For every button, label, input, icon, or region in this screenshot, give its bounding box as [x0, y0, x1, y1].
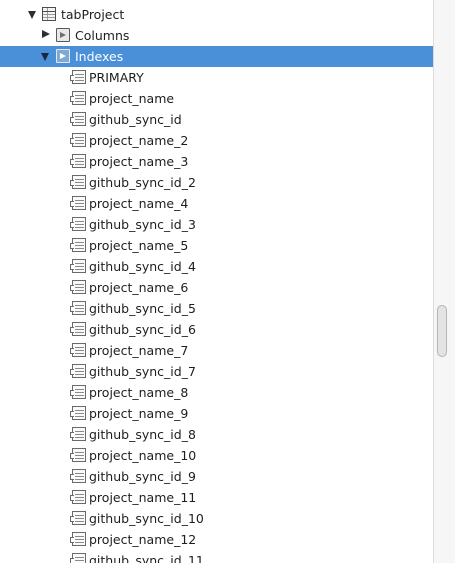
- tree-label: tabProject: [61, 7, 125, 22]
- tree-row-index[interactable]: github_sync_id: [0, 109, 433, 130]
- tree-row-index[interactable]: github_sync_id_9: [0, 466, 433, 487]
- tree-row-index[interactable]: project_name_9: [0, 403, 433, 424]
- tree-row-index[interactable]: project_name_4: [0, 193, 433, 214]
- tree-row-index[interactable]: project_name_11: [0, 487, 433, 508]
- index-label: github_sync_id_6: [89, 322, 196, 337]
- index-label: github_sync_id_7: [89, 364, 196, 379]
- index-icon: [70, 175, 86, 189]
- index-label: project_name: [89, 91, 175, 106]
- index-label: project_name_2: [89, 133, 189, 148]
- index-label: github_sync_id_2: [89, 175, 196, 190]
- index-label: project_name_7: [89, 343, 189, 358]
- scrollbar-thumb[interactable]: [437, 305, 447, 357]
- index-label: project_name_10: [89, 448, 197, 463]
- table-icon: [42, 7, 56, 21]
- tree-row-index[interactable]: PRIMARY: [0, 67, 433, 88]
- tree-row-index[interactable]: github_sync_id_8: [0, 424, 433, 445]
- tree-label: Columns: [75, 28, 130, 43]
- tree-row-index[interactable]: project_name_8: [0, 382, 433, 403]
- tree-row-index[interactable]: github_sync_id_2: [0, 172, 433, 193]
- folder-icon: [56, 49, 70, 63]
- tree-row-index[interactable]: github_sync_id_3: [0, 214, 433, 235]
- tree-row-index[interactable]: project_name_12: [0, 529, 433, 550]
- index-label: project_name_3: [89, 154, 189, 169]
- index-icon: [70, 70, 86, 84]
- index-label: PRIMARY: [89, 70, 144, 85]
- index-label: github_sync_id_4: [89, 259, 196, 274]
- index-icon: [70, 154, 86, 168]
- schema-tree[interactable]: tabProject Columns Indexes PRIMARY projec…: [0, 0, 433, 563]
- index-icon: [70, 469, 86, 483]
- tree-row-index[interactable]: project_name_2: [0, 130, 433, 151]
- tree-label: Indexes: [75, 49, 124, 64]
- index-icon: [70, 427, 86, 441]
- tree-row-index[interactable]: project_name_6: [0, 277, 433, 298]
- tree-row-index[interactable]: github_sync_id_10: [0, 508, 433, 529]
- index-label: project_name_11: [89, 490, 197, 505]
- index-label: github_sync_id_9: [89, 469, 196, 484]
- index-icon: [70, 532, 86, 546]
- tree-row-index[interactable]: github_sync_id_11: [0, 550, 433, 563]
- tree-row-index[interactable]: github_sync_id_7: [0, 361, 433, 382]
- index-icon: [70, 511, 86, 525]
- index-label: github_sync_id: [89, 112, 182, 127]
- expand-arrow-icon[interactable]: [28, 11, 36, 19]
- folder-icon: [56, 28, 70, 42]
- index-label: github_sync_id_8: [89, 427, 196, 442]
- index-icon: [70, 406, 86, 420]
- index-icon: [70, 280, 86, 294]
- index-icon: [70, 112, 86, 126]
- index-label: project_name_6: [89, 280, 189, 295]
- index-icon: [70, 238, 86, 252]
- tree-row-indexes[interactable]: Indexes: [0, 46, 433, 67]
- index-icon: [70, 385, 86, 399]
- index-icon: [70, 343, 86, 357]
- index-label: project_name_5: [89, 238, 189, 253]
- tree-row-index[interactable]: github_sync_id_5: [0, 298, 433, 319]
- index-icon: [70, 448, 86, 462]
- index-icon: [70, 553, 86, 563]
- index-icon: [70, 133, 86, 147]
- tree-row-index[interactable]: github_sync_id_6: [0, 319, 433, 340]
- index-icon: [70, 322, 86, 336]
- expand-arrow-icon[interactable]: [41, 53, 49, 61]
- collapse-arrow-icon[interactable]: [42, 30, 50, 38]
- index-icon: [70, 364, 86, 378]
- index-label: github_sync_id_3: [89, 217, 196, 232]
- index-label: project_name_9: [89, 406, 189, 421]
- index-icon: [70, 301, 86, 315]
- index-label: project_name_4: [89, 196, 189, 211]
- index-label: project_name_12: [89, 532, 197, 547]
- tree-row-table[interactable]: tabProject: [0, 4, 433, 25]
- tree-row-columns[interactable]: Columns: [0, 25, 433, 46]
- index-icon: [70, 259, 86, 273]
- tree-row-index[interactable]: github_sync_id_4: [0, 256, 433, 277]
- index-icon: [70, 196, 86, 210]
- index-label: github_sync_id_5: [89, 301, 196, 316]
- index-icon: [70, 217, 86, 231]
- tree-row-index[interactable]: project_name_5: [0, 235, 433, 256]
- vertical-scrollbar[interactable]: [433, 0, 455, 563]
- index-label: github_sync_id_11: [89, 553, 204, 563]
- tree-row-index[interactable]: project_name: [0, 88, 433, 109]
- tree-row-index[interactable]: project_name_10: [0, 445, 433, 466]
- tree-row-index[interactable]: project_name_7: [0, 340, 433, 361]
- index-icon: [70, 490, 86, 504]
- tree-row-index[interactable]: project_name_3: [0, 151, 433, 172]
- index-label: github_sync_id_10: [89, 511, 204, 526]
- index-icon: [70, 91, 86, 105]
- index-label: project_name_8: [89, 385, 189, 400]
